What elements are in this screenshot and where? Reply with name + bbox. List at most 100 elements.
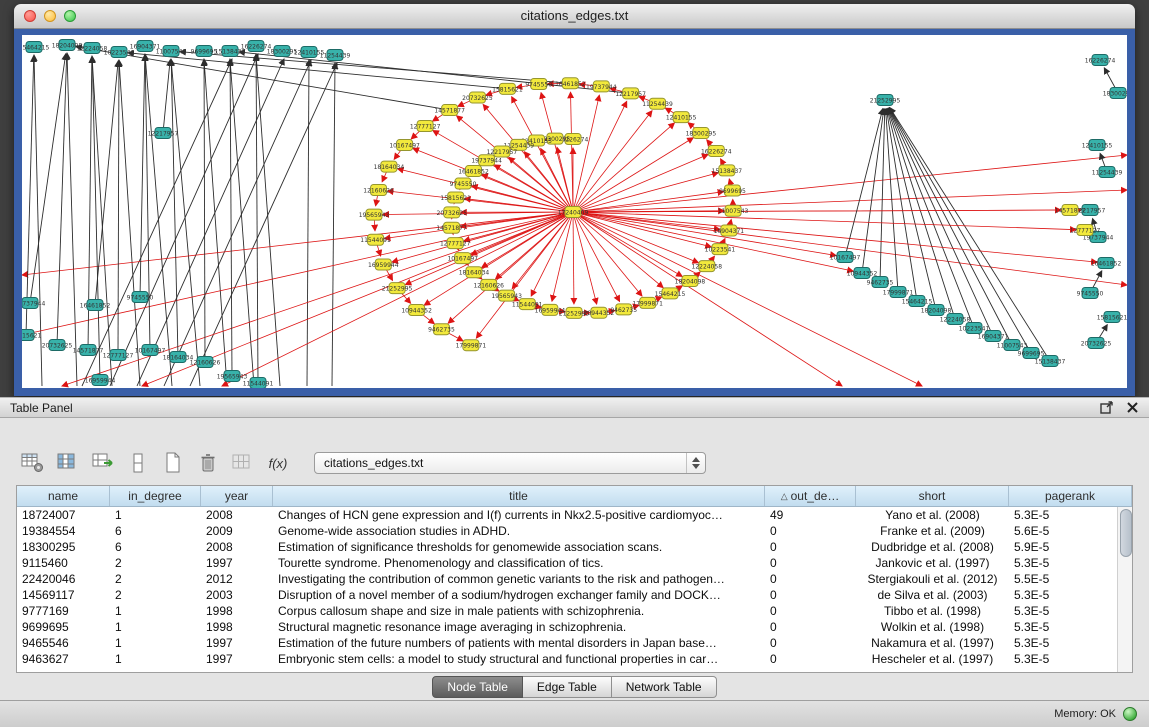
table-settings-button[interactable] <box>20 451 46 475</box>
table-row[interactable]: 1830029562008Estimation of significance … <box>17 539 1117 555</box>
sort-ascending-icon: △ <box>781 491 788 502</box>
window-titlebar[interactable]: citations_edges.txt <box>14 4 1135 29</box>
tab-node-table[interactable]: Node Table <box>432 676 523 698</box>
graph-node-label: 21252995 <box>870 98 901 105</box>
table-source-dropdown[interactable]: citations_edges.txt <box>314 452 706 474</box>
graph-edge[interactable] <box>573 95 599 212</box>
graph-edge[interactable] <box>845 109 883 257</box>
graph-edge[interactable] <box>95 61 118 305</box>
float-panel-icon[interactable] <box>1099 401 1113 415</box>
merge-tables-button[interactable] <box>230 451 256 475</box>
graph-edge[interactable] <box>392 212 573 262</box>
window-controls <box>24 10 76 22</box>
zoom-button[interactable] <box>64 10 76 22</box>
graph-edge[interactable] <box>119 60 140 386</box>
graph-edge[interactable] <box>92 57 100 380</box>
close-button[interactable] <box>24 10 36 22</box>
graph-edge[interactable] <box>387 191 573 212</box>
graph-edge[interactable] <box>384 212 573 238</box>
graph-edge[interactable] <box>128 53 507 89</box>
table-row[interactable]: 946554611997Estimation of the future num… <box>17 635 1117 651</box>
column-header-out_degree[interactable]: △out_de… <box>765 486 856 506</box>
function-builder-button[interactable]: f(x) <box>265 451 291 475</box>
graph-edge[interactable] <box>573 212 574 304</box>
table-row[interactable]: 1872400712008Changes of HCN gene express… <box>17 507 1117 523</box>
graph-edge[interactable] <box>82 59 232 386</box>
graph-edge[interactable] <box>886 109 917 301</box>
graph-edge[interactable] <box>190 63 337 386</box>
graph-node-label: 12777127 <box>440 241 471 248</box>
graph-node-label: 9699695 <box>191 49 218 56</box>
graph-edge[interactable] <box>26 56 34 335</box>
cell-out_degree: 0 <box>765 555 856 571</box>
graph-edge[interactable] <box>30 54 66 303</box>
cell-in_degree: 2 <box>110 587 201 603</box>
graph-edge[interactable] <box>110 54 258 386</box>
graph-edge[interactable] <box>92 56 112 386</box>
scrollbar-thumb[interactable] <box>1120 509 1132 557</box>
select-columns-button[interactable] <box>55 451 81 475</box>
apply-to-table-button[interactable] <box>90 451 116 475</box>
graph-edge[interactable] <box>512 97 573 212</box>
vertical-scrollbar[interactable] <box>1117 507 1132 672</box>
graph-edge[interactable] <box>573 212 922 386</box>
apply-to-table-icon <box>92 452 114 474</box>
graph-edge[interactable] <box>204 60 205 362</box>
graph-edge[interactable] <box>22 212 573 335</box>
graph-edge[interactable] <box>541 93 573 212</box>
graph-edge[interactable] <box>57 54 67 345</box>
graph-node-label: 21252995 <box>382 286 413 293</box>
column-header-name[interactable]: name <box>17 486 110 506</box>
graph-edge[interactable] <box>164 60 311 386</box>
graph-edge[interactable] <box>256 54 280 386</box>
table-row[interactable]: 2242004622012Investigating the contribut… <box>17 571 1117 587</box>
table-row[interactable]: 969969511998Structural magnetic resonanc… <box>17 619 1117 635</box>
cell-name: 14569117 <box>17 587 110 603</box>
close-panel-icon[interactable] <box>1125 401 1139 415</box>
graph-edge[interactable] <box>887 109 936 310</box>
column-header-short[interactable]: short <box>856 486 1009 506</box>
cell-short: Stergiakouli et al. (2012) <box>856 571 1009 587</box>
table-body: 1872400712008Changes of HCN gene express… <box>17 507 1117 672</box>
column-header-pagerank[interactable]: pagerank <box>1009 486 1132 506</box>
graph-edge[interactable] <box>180 52 570 84</box>
network-canvas[interactable]: 1724040916226274183002951241015511254439… <box>22 35 1127 388</box>
cell-title: Genome-wide association studies in ADHD. <box>273 523 765 539</box>
graph-node-label: 15815621 <box>492 86 523 93</box>
column-header-title[interactable]: title <box>273 486 765 506</box>
table-row[interactable]: 1456911722003Disruption of a novel membe… <box>17 587 1117 603</box>
column-header-year[interactable]: year <box>201 486 273 506</box>
graph-node-label: 10167497 <box>135 348 166 355</box>
graph-edge[interactable] <box>67 53 77 386</box>
table-row[interactable]: 977716911998Corpus callosum shape and si… <box>17 603 1117 619</box>
table-row[interactable]: 1938455462009Genome-wide association stu… <box>17 523 1117 539</box>
graph-node-label: 11007543 <box>997 343 1028 350</box>
tab-network-table[interactable]: Network Table <box>612 676 717 698</box>
cell-in_degree: 1 <box>110 619 201 635</box>
graph-edge[interactable] <box>573 212 842 386</box>
minimize-button[interactable] <box>44 10 56 22</box>
table-row[interactable]: 946362711997Embryonic stem cells: a mode… <box>17 651 1117 667</box>
graph-edge[interactable] <box>573 111 652 212</box>
tab-edge-table[interactable]: Edge Table <box>523 676 612 698</box>
graph-edge[interactable] <box>573 173 718 212</box>
table-row[interactable]: 911546021997Tourette syndrome. Phenomeno… <box>17 555 1117 571</box>
graph-edge[interactable] <box>118 61 119 355</box>
graph-node-label: 18204098 <box>675 279 706 286</box>
graph-edge[interactable] <box>573 155 708 212</box>
graph-edge[interactable] <box>256 55 258 383</box>
cell-out_degree: 49 <box>765 507 856 523</box>
graph-edge[interactable] <box>573 155 1127 212</box>
graph-edge[interactable] <box>163 60 170 133</box>
graph-edge[interactable] <box>22 212 573 275</box>
delete-table-button[interactable] <box>195 451 221 475</box>
graph-edge[interactable] <box>886 109 898 292</box>
new-file-button[interactable] <box>160 451 186 475</box>
graph-edge[interactable] <box>307 60 309 386</box>
cell-name: 19384554 <box>17 523 110 539</box>
graph-edge[interactable] <box>332 63 335 386</box>
graph-edge[interactable] <box>204 59 227 386</box>
column-header-in_degree[interactable]: in_degree <box>110 486 201 506</box>
row-mode-button[interactable] <box>125 451 151 475</box>
table-header-row: namein_degreeyeartitle△out_de…shortpager… <box>17 486 1132 507</box>
